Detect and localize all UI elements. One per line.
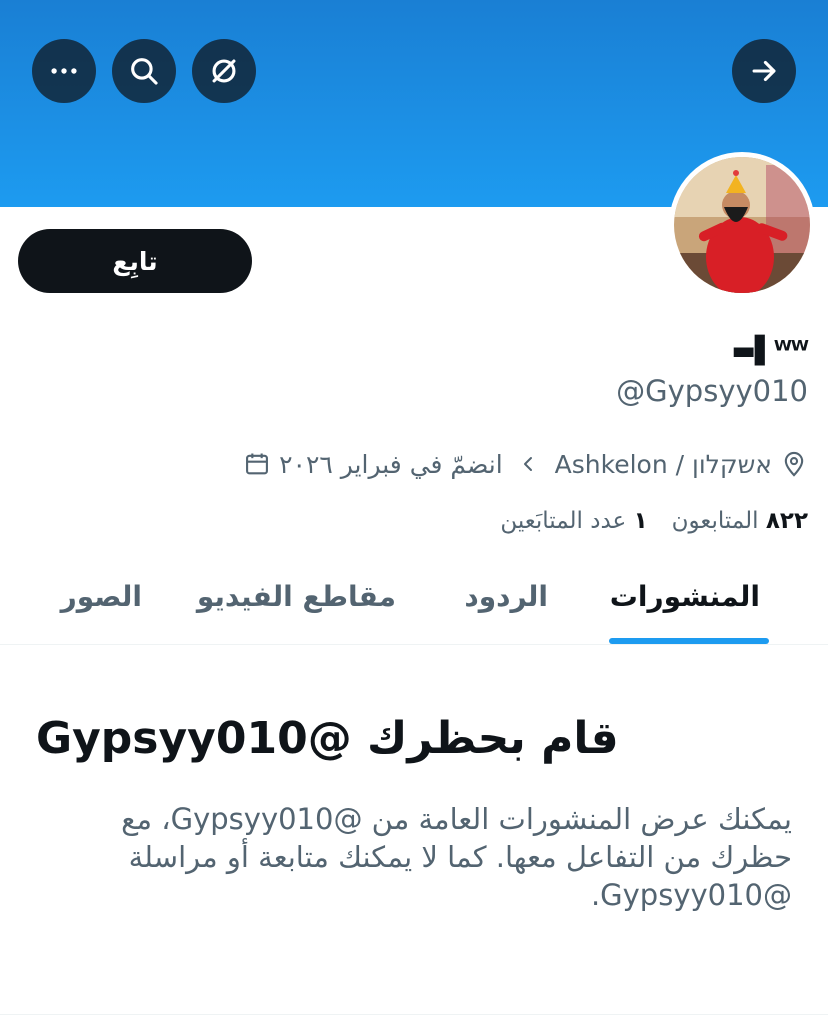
back-button[interactable] — [732, 39, 796, 103]
followers-count: ٨٢٢ — [765, 508, 808, 534]
location-pin-icon — [784, 451, 804, 477]
following-label: عدد المتابَعين — [500, 508, 627, 534]
arrow-right-icon — [752, 60, 776, 82]
location-text: אשקלון / Ashkelon — [554, 449, 772, 479]
follow-button[interactable]: تابِع — [18, 229, 252, 293]
tab-photos[interactable]: الصور — [61, 580, 142, 613]
followers-label: المتابعون — [671, 508, 759, 534]
following-stat[interactable]: ١ عدد المتابَعين — [500, 508, 647, 534]
following-count: ١ — [633, 508, 648, 534]
divider — [0, 1014, 828, 1015]
avatar[interactable] — [669, 152, 815, 298]
profile-meta-row: אשקלון / Ashkelon انضمّ في فبراير ٢٠٢٦ — [243, 446, 808, 482]
grok-icon — [212, 59, 236, 83]
avatar-image — [674, 157, 810, 293]
more-button[interactable] — [32, 39, 96, 103]
tab-replies[interactable]: الردود — [464, 580, 548, 613]
display-name: ▬▌ᵂᵂ — [731, 336, 809, 366]
calendar-icon — [246, 453, 269, 475]
search-button[interactable] — [112, 39, 176, 103]
grok-button[interactable] — [192, 39, 256, 103]
search-icon — [131, 58, 158, 85]
blocked-description: يمكنك عرض المنشورات العامة من @Gypsyy010… — [121, 802, 792, 912]
tab-videos[interactable]: مقاطع الفيديو — [197, 580, 396, 613]
joined-text: انضمّ في فبراير ٢٠٢٦ — [279, 449, 503, 479]
handle: @Gypsyy010 — [616, 374, 808, 408]
tab-posts[interactable]: المنشورات — [610, 580, 760, 613]
active-tab-indicator — [609, 638, 769, 644]
blocked-title: قام بحظرك @Gypsyy010 — [36, 713, 619, 764]
more-horizontal-icon — [51, 68, 77, 74]
chevron-left-icon[interactable] — [517, 452, 541, 476]
followers-stat[interactable]: ٨٢٢ المتابعون — [672, 508, 808, 534]
profile-tabs: المنشورات الردود مقاطع الفيديو الصور — [0, 560, 828, 645]
profile-stats: ١ عدد المتابَعين ٨٢٢ المتابعون — [500, 508, 808, 534]
